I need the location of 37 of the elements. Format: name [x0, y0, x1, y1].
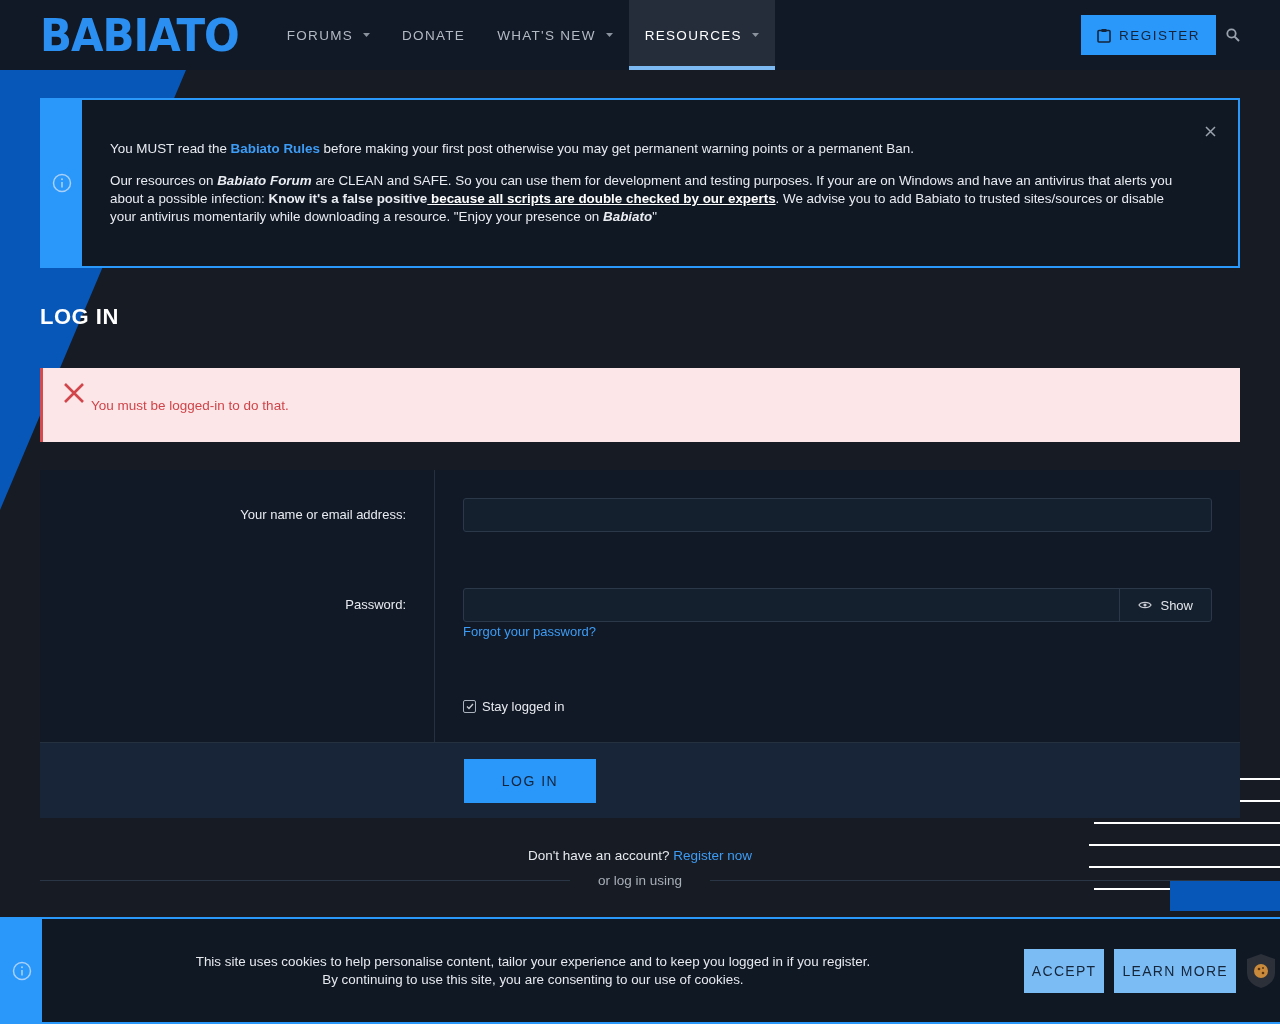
field-label: Your name or email address:: [240, 506, 406, 524]
signup-text: Don't have an account? Register now: [527, 848, 753, 863]
accept-button[interactable]: ACCEPT: [1023, 948, 1105, 993]
name-input-field[interactable]: [463, 498, 1212, 532]
inline-link[interactable]: Babiato Rules: [230, 141, 320, 156]
divider-text: or log in using: [597, 873, 683, 888]
register-link[interactable]: Register now: [673, 848, 752, 863]
nav-tab[interactable]: RESOURCES: [628, 0, 775, 70]
forgot-password-link[interactable]: Forgot your password?: [463, 624, 596, 639]
close-button[interactable]: [1205, 126, 1216, 137]
show-password-button[interactable]: Show: [1119, 589, 1211, 621]
info-icon: [52, 173, 72, 193]
notice-text: Our resources on Babiato Forum are CLEAN and SAFE. So you can use them for development and testing purposes. If your are on Windows and have an antivirus that alerts you about a possible infection: Know it's a false positive because all scripts are double checked by our experts. We advise you to add Babiato to trusted sites/sources or disable your antivirus momentarily while downloading a resource. "Enjoy your presence on Babiato": [110, 172, 1174, 226]
check-icon: [465, 703, 474, 710]
learn-more-button[interactable]: LEARN MORE: [1114, 948, 1236, 993]
password-input-field[interactable]: Show: [463, 588, 1212, 622]
site-logo[interactable]: BABIATO: [40, 9, 239, 61]
close-icon: [1205, 126, 1216, 137]
error-text: You must be logged-in to do that.: [91, 398, 289, 413]
inline-link[interactable]: because all scripts are double checked by our experts: [427, 191, 776, 206]
login-button[interactable]: LOG IN: [464, 758, 596, 803]
nav-tab[interactable]: FORUMS: [270, 0, 387, 70]
cookie-notice-text: This site uses cookies to help personalise content, tailor your experience and to keep you logged in if you register.: [195, 952, 871, 971]
cookie-notice-text: By continuing to use this site, you are consenting to our use of cookies.: [322, 970, 744, 989]
stay-logged-in-checkbox[interactable]: Stay logged in: [463, 699, 565, 714]
register-button[interactable]: REGISTER: [1081, 15, 1216, 55]
close-icon: [63, 382, 85, 404]
eye-icon: [1138, 600, 1153, 610]
nav-tab[interactable]: WHAT'S NEW: [481, 0, 629, 70]
field-label: Password:: [345, 596, 406, 614]
clipboard-icon: [1097, 27, 1111, 43]
nav-tab[interactable]: DONATE: [386, 0, 482, 70]
info-icon: [12, 960, 32, 981]
cookie-icon[interactable]: [1246, 952, 1276, 989]
notice-text: You MUST read the Babiato Rules before making your first post otherwise you may get permanent warning points or a permanent Ban.: [110, 140, 915, 158]
checkbox[interactable]: [463, 700, 476, 713]
search-icon: [1226, 28, 1240, 42]
